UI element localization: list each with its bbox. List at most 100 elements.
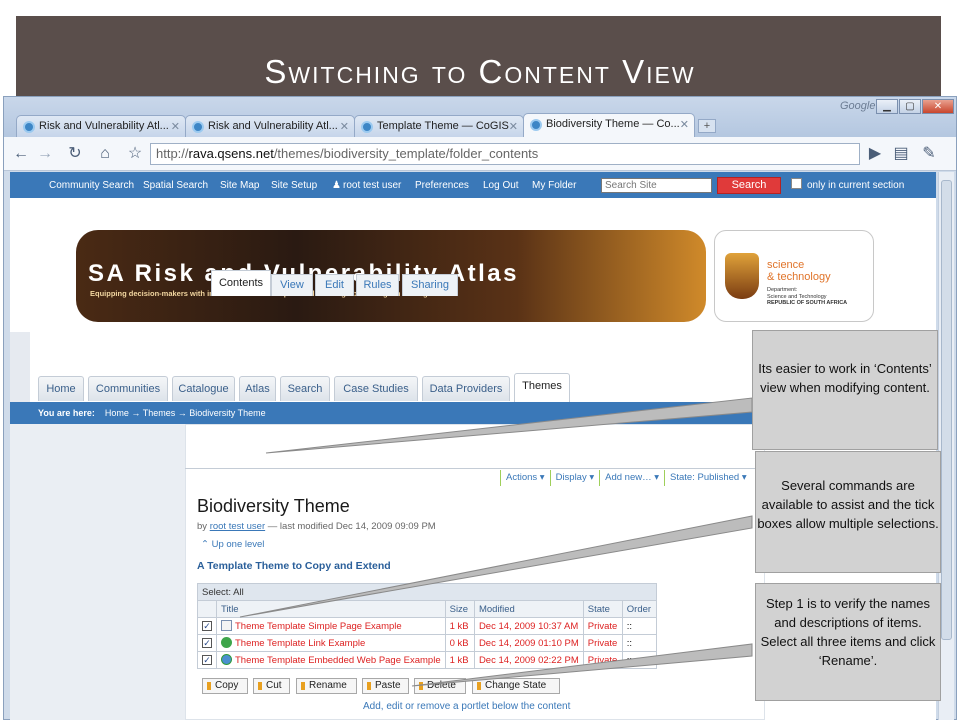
browser-tab-active[interactable]: Biodiversity Theme — Co... ✕ (523, 113, 695, 137)
close-tab-icon[interactable]: ✕ (509, 120, 518, 133)
author-link[interactable]: root test user (210, 521, 265, 532)
page-menu-icon[interactable]: ▤ (890, 143, 912, 165)
callout-commands: Several commands are available to assist… (755, 451, 941, 573)
go-arrow-icon[interactable]: ▶ (864, 143, 886, 165)
tab-contents[interactable]: Contents (211, 270, 271, 296)
display-menu[interactable]: Display ▾ (549, 470, 600, 486)
breadcrumb-label: You are here: (38, 408, 95, 418)
back-arrow-icon[interactable]: ← (10, 143, 32, 165)
tab-strip: Risk and Vulnerability Atl... ✕ Risk and… (4, 97, 956, 137)
modified-header[interactable]: Modified (473, 600, 584, 618)
rename-button[interactable]: Rename (296, 678, 357, 694)
tab-rules[interactable]: Rules (356, 274, 399, 296)
item-state: Private (582, 651, 623, 669)
slide-title: Switching to Content View (264, 53, 696, 90)
tab-catalogue[interactable]: Catalogue (172, 376, 235, 401)
state-menu[interactable]: State: Published ▾ (664, 470, 752, 486)
tab-themes[interactable]: Themes (514, 373, 570, 402)
title-header[interactable]: Title (216, 600, 446, 618)
item-modified: Dec 14, 2009 02:22 PM (473, 651, 584, 669)
row-checkbox[interactable]: ✓ (202, 654, 212, 665)
add-new-menu[interactable]: Add new… ▾ (599, 470, 664, 486)
my-folder-link[interactable]: My Folder (532, 180, 576, 191)
close-tab-icon[interactable]: ✕ (680, 118, 689, 131)
browser-tab-label: Risk and Vulnerability Atl... (208, 120, 338, 132)
close-tab-icon[interactable]: ✕ (340, 120, 349, 133)
item-title-link[interactable]: Theme Template Simple Page Example (235, 621, 402, 632)
dst-dept3: REPUBLIC OF SOUTH AFRICA (767, 300, 848, 306)
maximize-button[interactable]: ▢ (899, 99, 921, 114)
copy-button[interactable]: Copy (202, 678, 248, 694)
google-label: Google (840, 100, 876, 112)
address-bar[interactable]: http://rava.qsens.net/themes/biodiversit… (150, 143, 860, 165)
site-favicon-icon (361, 121, 373, 133)
site-map-link[interactable]: Site Map (220, 180, 259, 191)
user-link[interactable]: root test user (343, 180, 401, 191)
portlet-manage-link[interactable]: Add, edit or remove a portlet below the … (363, 701, 570, 712)
size-header[interactable]: Size (444, 600, 475, 618)
paste-button[interactable]: Paste (362, 678, 409, 694)
close-tab-icon[interactable]: ✕ (171, 120, 180, 133)
user-icon: ♟ (332, 180, 341, 191)
row-checkbox[interactable]: ✓ (202, 637, 212, 648)
minimize-button[interactable]: ▁ (876, 99, 898, 114)
browser-tab-label: Risk and Vulnerability Atl... (39, 120, 169, 132)
tab-edit[interactable]: Edit (315, 274, 354, 296)
callout-contents-view: Its easier to work in ‘Contents’ view wh… (752, 330, 938, 450)
browser-tab-1[interactable]: Risk and Vulnerability Atl... ✕ (16, 115, 186, 137)
cut-button[interactable]: Cut (253, 678, 290, 694)
coat-of-arms-icon (725, 253, 759, 299)
row-checkbox[interactable]: ✓ (202, 620, 212, 631)
actions-menu[interactable]: Actions ▾ (500, 470, 550, 486)
new-tab-button[interactable]: + (698, 119, 716, 133)
preferences-link[interactable]: Preferences (415, 180, 469, 191)
browser-tab-3[interactable]: Template Theme — CoGIS ✕ (354, 115, 524, 137)
tab-view[interactable]: View (271, 274, 313, 296)
logout-link[interactable]: Log Out (483, 180, 519, 191)
dst-line2: & technology (767, 271, 831, 283)
site-search-input[interactable]: Search Site (601, 178, 712, 193)
spatial-search-link[interactable]: Spatial Search (143, 180, 208, 191)
state-header[interactable]: State (582, 600, 623, 618)
home-icon[interactable]: ⌂ (94, 143, 116, 165)
change-state-button[interactable]: Change State (472, 678, 560, 694)
site-favicon-icon (23, 121, 35, 133)
breadcrumb-path[interactable]: Home → Themes → Biodiversity Theme (105, 408, 266, 418)
left-column (10, 424, 185, 720)
item-order-handle[interactable]: :: (621, 634, 658, 652)
reload-icon[interactable]: ↻ (64, 143, 86, 165)
item-size: 0 kB (444, 634, 475, 652)
tab-communities[interactable]: Communities (88, 376, 168, 401)
only-current-section-checkbox[interactable] (791, 178, 802, 189)
dst-science-text: science & technology (767, 259, 831, 283)
item-order-handle[interactable]: :: (621, 617, 658, 635)
tab-sharing[interactable]: Sharing (402, 274, 458, 296)
item-title-link[interactable]: Theme Template Link Example (235, 638, 365, 649)
scrollbar-thumb[interactable] (941, 180, 952, 640)
byline-by: by (197, 521, 208, 532)
community-search-link[interactable]: Community Search (49, 180, 134, 191)
forward-arrow-icon[interactable]: → (34, 143, 56, 165)
tab-search[interactable]: Search (280, 376, 330, 401)
tab-home[interactable]: Home (38, 376, 84, 401)
tab-data-providers[interactable]: Data Providers (422, 376, 510, 401)
site-search-button[interactable]: Search (717, 177, 781, 194)
site-favicon-icon (192, 121, 204, 133)
select-all-cell[interactable]: Select: All (197, 583, 657, 601)
wrench-icon[interactable]: ✎ (918, 143, 940, 165)
contents-table: Select: All Title Size Modified State Or… (197, 583, 658, 669)
item-modified: Dec 14, 2009 10:37 AM (473, 617, 584, 635)
tab-atlas[interactable]: Atlas (239, 376, 276, 401)
browser-tab-2[interactable]: Risk and Vulnerability Atl... ✕ (185, 115, 355, 137)
order-header: Order (621, 600, 658, 618)
item-title-link[interactable]: Theme Template Embedded Web Page Example (235, 655, 441, 666)
browser-toolbar: ← → ↻ ⌂ ☆ http://rava.qsens.net/themes/b… (4, 137, 956, 171)
tab-case-studies[interactable]: Case Studies (334, 376, 418, 401)
item-order-handle[interactable]: :: (621, 651, 658, 669)
up-one-level-link[interactable]: ⌃ Up one level (201, 539, 264, 550)
site-setup-link[interactable]: Site Setup (271, 180, 317, 191)
site-nav-bar: Community Search Spatial Search Site Map… (10, 172, 936, 198)
close-window-button[interactable]: ✕ (922, 99, 954, 114)
delete-button[interactable]: Delete (414, 678, 466, 694)
bookmark-star-icon[interactable]: ☆ (124, 143, 146, 165)
